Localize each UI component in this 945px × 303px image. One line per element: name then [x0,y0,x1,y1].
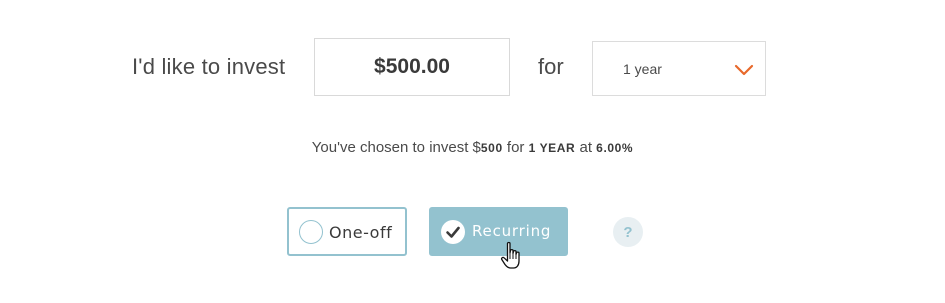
help-button[interactable]: ? [613,217,643,247]
period-selected-value: 1 year [623,61,662,77]
invest-intro-label: I'd like to invest [132,54,286,79]
summary-for: for [502,139,529,156]
recurring-label: Recurring [472,222,552,240]
one-off-option-button[interactable]: One-off [287,207,407,256]
summary-amount: 500 [480,141,503,155]
chevron-down-icon[interactable] [733,62,755,78]
for-label: for [538,54,564,79]
hand-pointer-cursor-icon [500,241,520,269]
investment-amount-value: $500.00 [374,55,450,78]
summary-at: at [575,139,597,156]
help-question-icon: ? [623,223,633,241]
one-off-label: One-off [329,223,393,242]
invest-calculator: I'd like to invest $500.00 for 1 year Yo… [0,0,945,303]
summary-period: 1 YEAR [528,141,576,155]
summary-prefix: You've chosen to invest $ [311,139,481,156]
investment-amount-input[interactable]: $500.00 [314,38,510,96]
checkmark-icon [441,220,465,244]
period-dropdown[interactable]: 1 year [592,41,766,96]
radio-empty-icon [299,220,323,244]
summary-rate: 6.00% [596,141,634,155]
investment-summary: You've chosen to invest $500 for 1 YEAR … [0,139,945,156]
recurring-option-button[interactable]: Recurring [429,207,568,256]
